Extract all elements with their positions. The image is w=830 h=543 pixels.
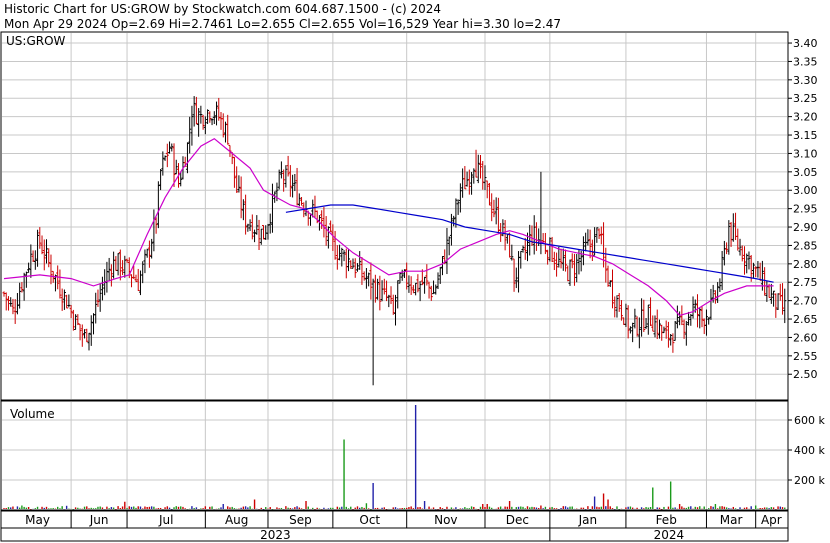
month-label: Sep bbox=[289, 513, 312, 527]
volume-panel-title: Volume bbox=[10, 407, 55, 421]
price-tick-label: 3.10 bbox=[793, 147, 818, 160]
month-label: Jun bbox=[89, 513, 109, 527]
price-tick-label: 3.15 bbox=[793, 129, 818, 142]
month-label: Jan bbox=[578, 513, 598, 527]
year-label: 2023 bbox=[260, 528, 291, 542]
price-tick-label: 3.35 bbox=[793, 55, 818, 68]
volume-tick-label: 400 k bbox=[794, 444, 825, 457]
month-label: Nov bbox=[434, 513, 457, 527]
volume-tick-label: 200 k bbox=[794, 474, 825, 487]
volume-panel bbox=[0, 400, 789, 511]
price-tick-label: 3.40 bbox=[793, 37, 818, 50]
price-tick-label: 3.05 bbox=[793, 166, 818, 179]
price-panel bbox=[0, 31, 789, 401]
price-tick-label: 3.00 bbox=[793, 184, 818, 197]
price-tick-label: 2.50 bbox=[793, 368, 818, 381]
month-label: Aug bbox=[225, 513, 248, 527]
price-tick-label: 2.90 bbox=[793, 221, 818, 234]
volume-tick-label: 600 k bbox=[794, 414, 825, 427]
price-tick-label: 2.70 bbox=[793, 295, 818, 308]
stock-chart: 3.40 3.35 3.30 3.25 3.20 3.15 3.10 3.05 3.00 2.95… bbox=[0, 31, 825, 542]
price-tick-label: 2.85 bbox=[793, 239, 818, 252]
price-tick-label: 2.65 bbox=[793, 313, 818, 326]
month-label: Feb bbox=[656, 513, 677, 527]
month-label: Oct bbox=[359, 513, 380, 527]
month-label: Jul bbox=[158, 513, 173, 527]
month-label: Apr bbox=[761, 513, 782, 527]
price-tick-label: 2.55 bbox=[793, 350, 818, 363]
price-tick-label: 2.95 bbox=[793, 203, 818, 216]
month-label: Mar bbox=[720, 513, 743, 527]
price-tick-label: 3.25 bbox=[793, 92, 818, 105]
price-tick-label: 3.20 bbox=[793, 111, 818, 124]
price-tick-label: 2.60 bbox=[793, 331, 818, 344]
month-label: May bbox=[25, 513, 50, 527]
price-tick-label: 3.30 bbox=[793, 74, 818, 87]
month-label: Dec bbox=[506, 513, 529, 527]
year-label: 2024 bbox=[654, 528, 685, 542]
price-panel-title: US:GROW bbox=[6, 34, 66, 48]
price-tick-label: 2.75 bbox=[793, 276, 818, 289]
price-tick-label: 2.80 bbox=[793, 258, 818, 271]
